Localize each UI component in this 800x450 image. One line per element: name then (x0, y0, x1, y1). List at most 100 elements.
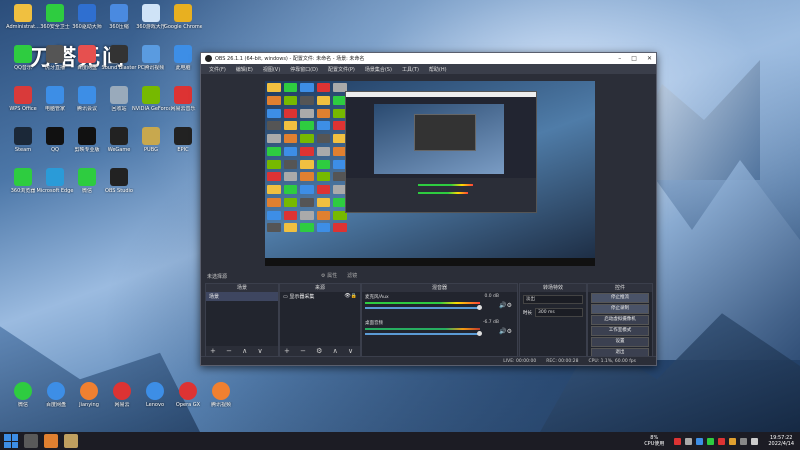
mic-volume-slider[interactable] (365, 305, 482, 310)
minimize-icon[interactable]: – (618, 55, 621, 62)
preview-icon (300, 197, 314, 207)
app-icon (78, 4, 96, 22)
app-icon (174, 4, 192, 22)
preview-icon (283, 172, 298, 182)
taskbar-app[interactable] (44, 434, 58, 448)
properties-button[interactable]: ⚙ 属性 (321, 272, 337, 279)
nested-obs-preview (345, 91, 537, 213)
obs-window[interactable]: OBS 26.1.1 (64-bit, windows) - 配置文件: 未命名… (200, 52, 657, 366)
tray-icon[interactable] (696, 437, 704, 445)
preview-icon (267, 197, 281, 207)
tray-icon[interactable] (674, 437, 682, 445)
desktop-icon-label: 腾讯视频 (210, 402, 231, 408)
preview-icon (283, 108, 298, 118)
mixer-dock: 混音器 麦克风/Aux 0.0 dB 🔊⚙ 桌面音频 -6.7 dB 🔊⚙ (361, 283, 518, 357)
scenes-header: 场景 (206, 284, 278, 292)
app-icon (110, 86, 128, 104)
preview-icon (316, 121, 331, 131)
speaker-icon[interactable]: 🔊⚙ (499, 328, 512, 335)
tray-icon[interactable] (729, 437, 737, 445)
menu-item[interactable]: 停靠窗口(D) (290, 66, 318, 73)
app-icon (110, 168, 128, 186)
stop-recording-button[interactable]: 停止录制 (591, 304, 649, 314)
app-icon (14, 86, 32, 104)
menu-item[interactable]: 编辑(E) (236, 66, 253, 73)
preview-desktop-icons (267, 83, 347, 233)
cpu-status: CPU: 1.1%, 60.00 fps (588, 358, 637, 364)
virtual-camera-button[interactable]: 启动虚拟摄像机 (591, 315, 649, 325)
tray-icon[interactable] (685, 437, 693, 445)
obs-titlebar[interactable]: OBS 26.1.1 (64-bit, windows) - 配置文件: 未命名… (201, 53, 656, 64)
preview-icon (267, 146, 281, 156)
scenes-toolbar[interactable]: + − ∧ ∨ (206, 346, 278, 356)
source-item[interactable]: ▭ 显示器采集 👁🔒 (280, 292, 360, 301)
settings-button[interactable]: 设置 (591, 337, 649, 347)
desktop-icon[interactable]: 网易云音乐 (164, 86, 202, 120)
filters-button[interactable]: 滤镜 (347, 272, 357, 279)
app-icon (14, 45, 32, 63)
transitions-dock: 转场特效 淡出 时长 300 ms (519, 283, 587, 357)
app-icon (179, 382, 197, 400)
transition-select[interactable]: 淡出 (523, 295, 583, 304)
maximize-icon[interactable]: □ (631, 55, 637, 62)
desktop-icon-label: 网易云音乐 (170, 106, 196, 112)
scene-item[interactable]: 场景 (206, 292, 278, 301)
menu-item[interactable]: 场景集合(S) (365, 66, 392, 73)
tray-icon[interactable] (718, 437, 726, 445)
preview-icon (283, 146, 298, 156)
start-button[interactable] (4, 434, 18, 448)
desktop-icon[interactable]: EPIC (164, 127, 202, 161)
app-icon (113, 382, 131, 400)
preview-icon (300, 83, 314, 92)
taskbar: 8% CPU使用 19:57:22 2022/4/14 (0, 432, 800, 450)
preview-icon (283, 95, 298, 105)
preview-icon (316, 146, 331, 156)
desktop-icon[interactable]: 此电脑 (164, 45, 202, 79)
preview-icon (267, 159, 281, 169)
preview-icon (267, 83, 281, 92)
studio-mode-button[interactable]: 工作室模式 (591, 326, 649, 336)
preview-icon (300, 108, 314, 118)
preview-icon (316, 95, 331, 105)
speaker-icon[interactable]: 🔊⚙ (499, 302, 512, 309)
app-icon (46, 86, 64, 104)
mixer-channel-mic: 麦克风/Aux 0.0 dB 🔊⚙ (365, 294, 512, 310)
app-icon (110, 4, 128, 22)
taskbar-app[interactable] (64, 434, 78, 448)
preview-icon (316, 223, 331, 233)
tray-icon[interactable] (751, 437, 759, 445)
menu-item[interactable]: 视图(V) (263, 66, 280, 73)
preview-icon (300, 134, 314, 143)
desktop-volume-slider[interactable] (365, 331, 482, 336)
desktop-icon[interactable]: 腾讯视频 (202, 382, 240, 416)
duration-field[interactable]: 300 ms (535, 308, 583, 317)
sources-toolbar[interactable]: + − ⚙ ∧ ∨ (280, 346, 360, 356)
preview-icon (267, 172, 281, 182)
menu-item[interactable]: 文件(F) (209, 66, 226, 73)
preview-icon (267, 95, 281, 105)
close-icon[interactable]: ✕ (647, 55, 652, 62)
taskbar-app[interactable] (24, 434, 38, 448)
app-icon (174, 127, 192, 145)
desktop-icon[interactable]: Google Chrome (164, 4, 202, 38)
app-icon (14, 168, 32, 186)
mixer-channel-desktop: 桌面音频 -6.7 dB 🔊⚙ (365, 320, 512, 336)
menu-item[interactable]: 配置文件(P) (328, 66, 355, 73)
menubar: 文件(F) 编辑(E) 视图(V) 停靠窗口(D) 配置文件(P) 场景集合(S) 工具(T… (201, 64, 656, 74)
menu-item[interactable]: 工具(T) (402, 66, 419, 73)
tray-icon[interactable] (740, 437, 748, 445)
preview-icon (283, 197, 298, 207)
preview-canvas[interactable] (265, 81, 595, 266)
app-icon (110, 45, 128, 63)
preview-icon (300, 121, 314, 131)
menu-item[interactable]: 帮助(H) (429, 66, 447, 73)
desktop-icon[interactable]: OBS Studio (100, 168, 138, 202)
visibility-eye-icon[interactable]: 👁🔒 (344, 293, 357, 299)
stop-streaming-button[interactable]: 停止推流 (591, 293, 649, 303)
preview-icon (283, 121, 298, 131)
tray-icon[interactable] (707, 437, 715, 445)
app-icon (146, 382, 164, 400)
preview-icon (300, 159, 314, 169)
clock[interactable]: 19:57:22 2022/4/14 (768, 435, 794, 447)
cpu-monitor: 8% CPU使用 (644, 435, 665, 447)
